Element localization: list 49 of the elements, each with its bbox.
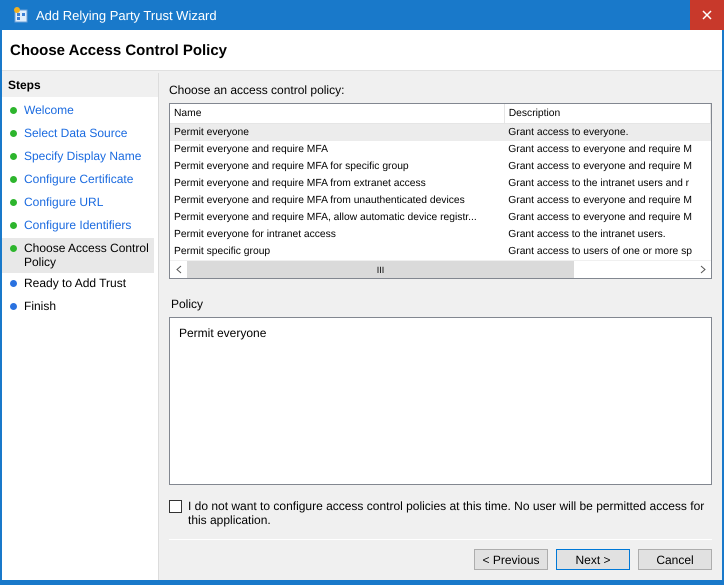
scrollbar-thumb[interactable]: III	[187, 261, 574, 278]
table-cell-text: Grant access to everyone and require M	[507, 211, 693, 225]
policy-row[interactable]: Permit everyone and require MFA from unauthenticated devices Grant access to everyone and require M	[170, 192, 710, 209]
step-item[interactable]: Finish	[2, 296, 158, 319]
policy-row[interactable]: Permit everyone and require MFA for specific group Grant access to everyone and require M	[170, 158, 710, 175]
table-cell: Permit everyone and require MFA	[170, 141, 504, 158]
policy-row[interactable]: Permit everyone and require MFA Grant access to everyone and require M	[170, 141, 710, 158]
step-item[interactable]: Welcome	[2, 100, 158, 123]
wizard-button[interactable]: < Previous	[474, 549, 548, 570]
step-item[interactable]: Specify Display Name	[2, 146, 158, 169]
policy-row[interactable]: Permit specific group Grant access to users of one or more sp	[170, 243, 710, 260]
table-cell-text: Permit everyone and require MFA, allow automatic device registr...	[173, 211, 478, 225]
policy-row[interactable]: Permit everyone and require MFA, allow automatic device registr... Grant access to everyone and require M	[170, 209, 710, 226]
policy-list[interactable]	[169, 103, 712, 279]
policy-row[interactable]: Permit everyone for intranet access Grant access to the intranet users.	[170, 226, 710, 243]
table-cell-text: Permit everyone and require MFA from unauthenticated devices	[173, 194, 466, 208]
policy-field: Permit everyone	[169, 317, 712, 485]
table-cell-text: Grant access to users of one or more sp	[507, 245, 693, 259]
window-title: Add Relying Party Trust Wizard	[36, 8, 218, 22]
step-item[interactable]: Select Data Source	[2, 123, 158, 146]
policy-row[interactable]: Permit everyone and require MFA from extranet access Grant access to the intranet users and r	[170, 175, 710, 192]
table-cell-text: Permit specific group	[173, 245, 272, 259]
app-icon	[12, 6, 30, 24]
table-cell: Grant access to everyone.	[504, 124, 710, 141]
steps-heading: Steps	[2, 73, 158, 97]
table-cell-text: Permit everyone and require MFA for specific group	[173, 160, 410, 174]
step-item[interactable]: Ready to Add Trust	[2, 273, 158, 296]
table-cell-text: Grant access to everyone and require M	[507, 194, 693, 208]
close-button[interactable]	[690, 0, 724, 30]
step-item[interactable]: Configure Identifiers	[2, 215, 158, 238]
step-item[interactable]: Configure URL	[2, 192, 158, 215]
close-icon	[702, 10, 712, 20]
policy-label: Policy	[171, 297, 204, 311]
table-cell: Grant access to everyone and require M	[504, 141, 710, 158]
step-item[interactable]: Choose Access Control Policy	[2, 238, 154, 273]
checkbox-label: I do not want to configure access control policies at this time. No user will be permitted access for this application.	[188, 499, 706, 527]
step-item[interactable]: Configure Certificate	[2, 169, 158, 192]
table-cell-text: Permit everyone and require MFA from extranet access	[173, 177, 427, 191]
wizard-button[interactable]: Cancel	[638, 549, 712, 570]
table-cell-text: Grant access to everyone and require M	[507, 160, 693, 174]
checkbox[interactable]	[169, 500, 182, 513]
policy-row[interactable]: Permit everyone Grant access to everyone.	[170, 124, 710, 141]
table-cell-text: Permit everyone for intranet access	[173, 228, 337, 242]
page-title: Choose Access Control Policy	[10, 42, 228, 58]
table-cell: Permit everyone	[170, 124, 504, 141]
table-cell-text: Grant access to the intranet users and r	[507, 177, 690, 191]
list-label: Choose an access control policy:	[169, 83, 346, 97]
table-cell-text: Grant access to the intranet users.	[507, 228, 667, 242]
wizard-button[interactable]: Next >	[556, 549, 630, 570]
